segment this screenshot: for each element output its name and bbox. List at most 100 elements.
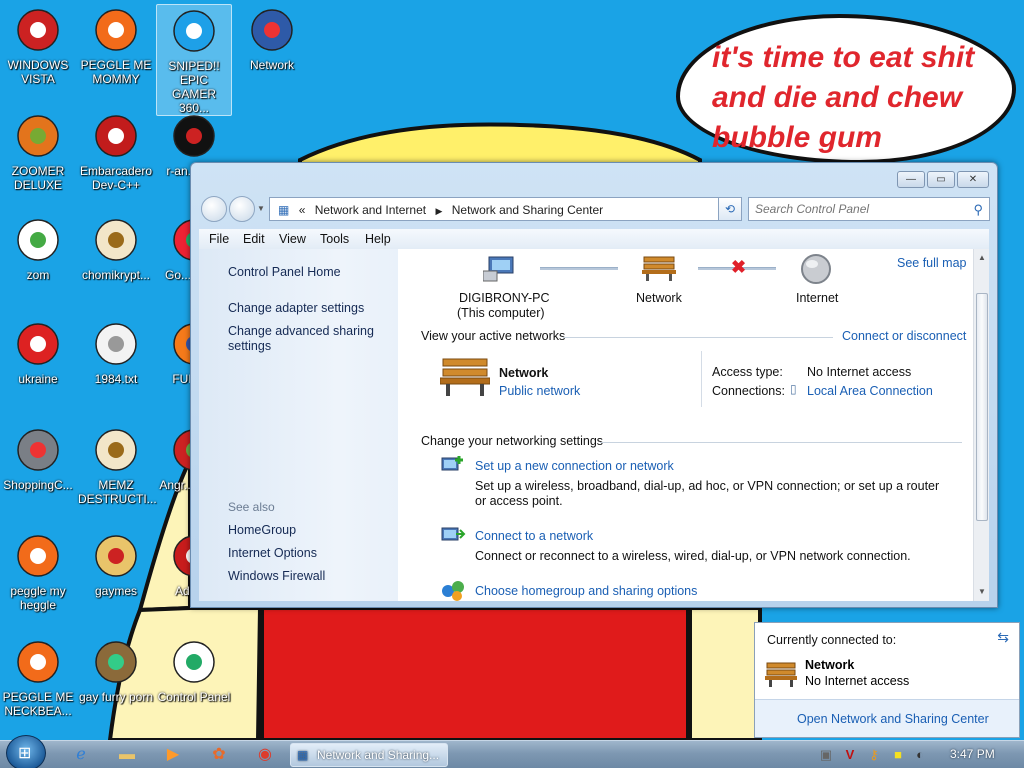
hourglass-shortcut-icon bbox=[95, 219, 137, 261]
app-icon[interactable]: ✿ bbox=[204, 744, 234, 766]
media-player-icon[interactable]: ▶ bbox=[158, 744, 188, 766]
new-connection-icon bbox=[441, 456, 463, 471]
scroll-thumb[interactable] bbox=[976, 293, 988, 521]
desktop-icon[interactable]: ShoppingC... bbox=[0, 424, 76, 492]
address-bar[interactable]: ▦ « Network and Internet ▶ Network and S… bbox=[269, 197, 741, 221]
radiation-icon bbox=[17, 323, 59, 365]
internet-globe-icon bbox=[801, 254, 831, 284]
breadcrumb-network-sharing-center[interactable]: Network and Sharing Center bbox=[452, 203, 603, 217]
flyout-refresh-icon[interactable]: ⇆ bbox=[997, 629, 1009, 646]
desktop-icon[interactable]: ZOOMER DELUXE bbox=[0, 110, 76, 192]
left-pane: Control Panel Home Change adapter settin… bbox=[199, 249, 398, 601]
menu-file[interactable]: File bbox=[209, 232, 229, 246]
see-also-heading: See also bbox=[228, 500, 275, 514]
connect-to-network-desc: Connect or reconnect to a wireless, wire… bbox=[475, 549, 911, 563]
desktop-icon-label: gaymes bbox=[94, 584, 138, 598]
menu-edit[interactable]: Edit bbox=[243, 232, 265, 246]
chrome-icon[interactable]: ◉ bbox=[250, 744, 280, 766]
setup-new-connection-desc: Set up a wireless, broadband, dial-up, a… bbox=[475, 479, 940, 508]
desktop-icon-label: ukraine bbox=[18, 372, 58, 386]
explorer-folder-icon[interactable]: ▬ bbox=[112, 744, 142, 766]
folder-icon bbox=[95, 535, 137, 577]
search-icon[interactable]: ⚲ bbox=[973, 202, 983, 218]
dark-disc-icon bbox=[173, 115, 215, 157]
network-type-link[interactable]: Public network bbox=[499, 384, 580, 399]
desktop-icon-label: ZOOMER DELUXE bbox=[11, 164, 65, 192]
desktop-icon[interactable]: MEMZ DESTRUCTI... bbox=[78, 424, 157, 506]
tray-v-icon[interactable]: V bbox=[842, 747, 858, 763]
tray-flag-icon[interactable]: ■ bbox=[890, 747, 906, 763]
desktop-icon[interactable]: zom bbox=[0, 214, 76, 282]
vertical-scrollbar[interactable]: ▲ ▼ bbox=[973, 249, 989, 601]
start-button[interactable]: ⊞ bbox=[6, 735, 46, 768]
desktop-icon-label: ShoppingC... bbox=[3, 478, 73, 492]
connect-disconnect-link[interactable]: Connect or disconnect bbox=[842, 329, 966, 344]
flyout-network-name: Network bbox=[805, 658, 855, 672]
desktop-icon[interactable]: WINDOWS VISTA bbox=[0, 4, 76, 86]
task-control-panel-icon: ▦ bbox=[297, 748, 309, 762]
desktop-icon[interactable]: gay furry porn bbox=[78, 636, 154, 704]
desktop-icon[interactable]: Embarcadero Dev-C++ bbox=[78, 110, 154, 192]
see-full-map-link[interactable]: See full map bbox=[897, 256, 966, 271]
breadcrumb-network-and-internet[interactable]: Network and Internet bbox=[315, 203, 426, 217]
refresh-icon: ⟲ bbox=[724, 202, 736, 216]
homegroup-sharing-link[interactable]: Choose homegroup and sharing options bbox=[475, 584, 697, 599]
desktop-icon[interactable]: Control Panel bbox=[156, 636, 232, 704]
desktop-icon[interactable]: Network bbox=[234, 4, 310, 72]
menu-tools[interactable]: Tools bbox=[320, 232, 349, 246]
internet-options-link[interactable]: Internet Options bbox=[228, 546, 317, 561]
desktop-icon[interactable]: PEGGLE ME MOMMY bbox=[78, 4, 154, 86]
desktop-icon[interactable]: SNIPED!! EPIC GAMER 360... bbox=[156, 4, 232, 116]
minimize-button[interactable]: — bbox=[897, 171, 925, 188]
desktop-icon[interactable]: ukraine bbox=[0, 318, 76, 386]
flyout-heading: Currently connected to: bbox=[767, 633, 897, 647]
desktop-icon[interactable]: peggle my heggle bbox=[0, 530, 76, 612]
open-sharing-center-link[interactable]: Open Network and Sharing Center bbox=[797, 712, 989, 726]
connections-label: Connections: bbox=[712, 384, 785, 398]
scroll-up-icon[interactable]: ▲ bbox=[978, 253, 986, 262]
maximize-button[interactable]: ▭ bbox=[927, 171, 955, 188]
connect-to-network-link[interactable]: Connect to a network bbox=[475, 529, 593, 544]
homegroup-link[interactable]: HomeGroup bbox=[228, 523, 296, 538]
setup-new-connection-link[interactable]: Set up a new connection or network bbox=[475, 459, 674, 474]
tray-network-icon[interactable]: ◐ bbox=[912, 747, 928, 763]
search-input[interactable] bbox=[755, 202, 955, 216]
computer-name: DIGIBRONY-PC bbox=[459, 291, 550, 305]
change-advanced-sharing-link[interactable]: Change advanced sharing settings bbox=[228, 324, 378, 354]
box-beaver-icon bbox=[95, 641, 137, 683]
control-panel-icon: ▦ bbox=[278, 203, 290, 217]
window-content: Control Panel Home Change adapter settin… bbox=[199, 249, 989, 601]
menu-help[interactable]: Help bbox=[365, 232, 391, 246]
refresh-button[interactable]: ⟲ bbox=[718, 197, 742, 221]
forward-button[interactable] bbox=[229, 196, 255, 222]
desktop-icon[interactable]: gaymes bbox=[78, 530, 154, 598]
desktop-icon[interactable]: chomikrypt... bbox=[78, 214, 154, 282]
desktop-icon[interactable]: 1984.txt bbox=[78, 318, 154, 386]
windows-firewall-link[interactable]: Windows Firewall bbox=[228, 569, 325, 584]
active-networks-heading: View your active networks bbox=[421, 329, 566, 343]
control-panel-home-link[interactable]: Control Panel Home bbox=[228, 265, 341, 280]
change-adapter-settings-link[interactable]: Change adapter settings bbox=[228, 301, 364, 316]
desktop-icon[interactable]: PEGGLE ME NECKBEA... bbox=[0, 636, 76, 718]
active-network-name: Network bbox=[499, 366, 549, 380]
scroll-down-icon[interactable]: ▼ bbox=[978, 587, 986, 596]
clock[interactable]: 3:47 PM bbox=[950, 747, 995, 761]
speech-bubble-text: it's time to eat shit and die and chew b… bbox=[712, 41, 975, 154]
map-link-line bbox=[540, 267, 618, 270]
taskbar-task-network-sharing[interactable]: ▦ Network and Sharing... bbox=[290, 743, 448, 767]
windows-logo-icon: ⊞ bbox=[18, 745, 32, 762]
navigation-bar: ▼ ▦ « Network and Internet ▶ Network and… bbox=[199, 195, 990, 223]
network-sharing-center-window[interactable]: — ▭ ✕ ▼ ▦ « Network and Internet ▶ Netwo… bbox=[190, 162, 998, 608]
search-box[interactable]: ⚲ bbox=[748, 197, 990, 221]
local-area-connection-link[interactable]: Local Area Connection bbox=[807, 384, 933, 399]
close-button[interactable]: ✕ bbox=[957, 171, 989, 188]
ie-icon[interactable]: ℯ bbox=[66, 744, 96, 766]
tray-app-icon[interactable]: ▣ bbox=[818, 747, 834, 763]
menu-view[interactable]: View bbox=[279, 232, 306, 246]
recent-pages-dropdown-icon[interactable]: ▼ bbox=[257, 204, 265, 213]
breadcrumb-prefix[interactable]: « bbox=[299, 203, 306, 217]
back-button[interactable] bbox=[201, 196, 227, 222]
network-flyout: Currently connected to: ⇆ Network No Int… bbox=[754, 622, 1020, 738]
desktop-icon-label: MEMZ DESTRUCTI... bbox=[78, 478, 157, 506]
tray-key-icon[interactable]: ⚷ bbox=[866, 747, 882, 763]
